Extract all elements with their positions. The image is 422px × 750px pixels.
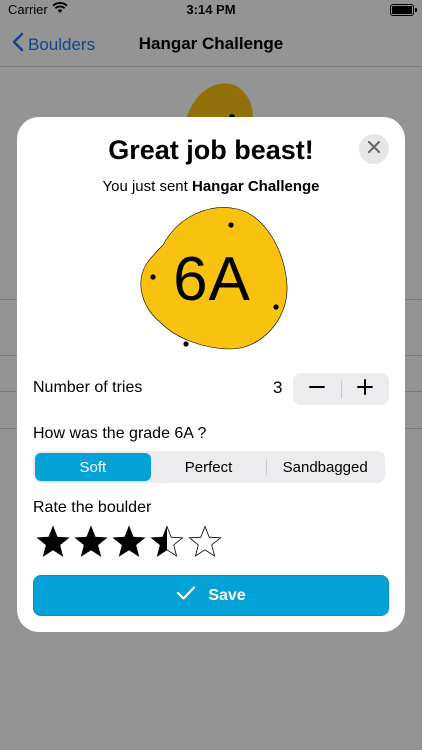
modal-headline: Great job beast!	[108, 135, 314, 165]
segment-perfect[interactable]: Perfect	[151, 453, 267, 481]
subline-prefix: You just sent	[102, 178, 192, 195]
send-success-modal: Great job beast! You just sent Hangar Ch…	[17, 117, 405, 632]
star-icon[interactable]	[150, 525, 184, 559]
rate-label: Rate the boulder	[33, 499, 152, 516]
star-icon[interactable]	[74, 525, 108, 559]
increment-button[interactable]	[342, 373, 390, 405]
grade-question: How was the grade 6A ?	[33, 425, 207, 442]
star-icon[interactable]	[188, 525, 222, 559]
tries-label: Number of tries	[33, 379, 143, 396]
tries-count: 3	[273, 378, 283, 397]
grade-label: 6A	[173, 244, 251, 314]
plus-icon	[357, 378, 374, 400]
star-icon[interactable]	[36, 525, 70, 559]
grade-feel-segmented-control: Soft Perfect Sandbagged	[33, 451, 385, 483]
minus-icon	[308, 379, 325, 400]
boulder-name: Hangar Challenge	[191, 178, 320, 195]
star-icon[interactable]	[112, 525, 146, 559]
tries-stepper	[293, 373, 389, 405]
decrement-button[interactable]	[293, 373, 341, 405]
save-label: Save	[208, 586, 246, 604]
save-button[interactable]: Save	[33, 575, 389, 616]
sent-subline: You just sent Hangar Challenge	[17, 178, 405, 195]
close-icon	[368, 140, 380, 158]
segment-soft[interactable]: Soft	[35, 453, 151, 481]
segment-sandbagged[interactable]: Sandbagged	[267, 453, 383, 481]
star-rating	[36, 525, 222, 559]
close-button[interactable]	[359, 134, 389, 164]
checkmark-icon	[176, 585, 196, 606]
